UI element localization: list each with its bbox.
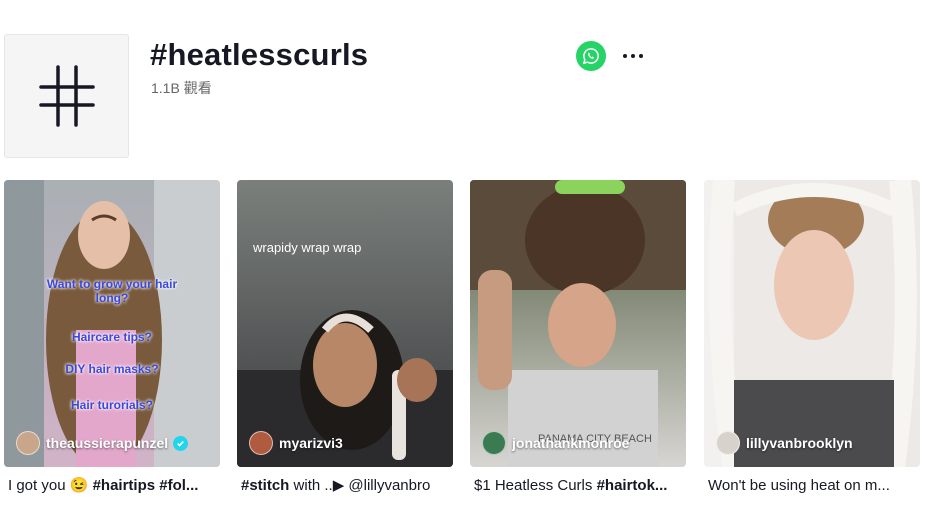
caption-hashtag[interactable]: #hairtips #fol... [88,477,199,494]
caption-text: with ..▶ @lillyvanbro [289,477,431,494]
video-caption[interactable]: #stitch with ..▶ @lillyvanbro [237,477,453,499]
overlay-text: Hair turorials? [70,398,154,412]
page-title: #heatlesscurls [150,37,369,72]
more-dot [623,54,627,58]
whatsapp-share-button[interactable] [576,41,606,71]
video-thumbnail[interactable]: wrapidy wrap wrap myarizvi3 [237,180,453,467]
video-card[interactable]: wrapidy wrap wrap myarizvi3 #stitch with… [237,180,453,499]
avatar [716,431,740,455]
overlay-text: Want to grow your hair long? [46,277,178,305]
hashtag-header: #heatlesscurls 1.1B 觀看 [0,0,925,170]
author-name: myarizvi3 [279,435,343,451]
video-grid: Want to grow your hair long? Haircare ti… [4,180,924,520]
video-caption[interactable]: $1 Heatless Curls #hairtok... [470,477,686,499]
caption-hashtag[interactable]: #hairtok... [597,477,668,494]
caption-emoji: 😉 [69,477,89,494]
overlay-text: wrapidy wrap wrap [253,240,362,255]
overlay-text: DIY hair masks? [65,362,159,376]
video-card[interactable]: Want to grow your hair long? Haircare ti… [4,180,220,499]
video-author[interactable]: theaussierapunzel [16,431,189,455]
more-dot [631,54,635,58]
video-caption[interactable]: I got you 😉 #hairtips #fol... [4,477,220,499]
video-card[interactable]: lillyvanbrooklyn Won't be using heat on … [704,180,920,499]
more-dot [639,54,643,58]
video-card[interactable]: PANAMA CITY BEACH jonathankmonroe $1 Hea… [470,180,686,499]
author-name: jonathankmonroe [512,435,630,451]
author-name: lillyvanbrooklyn [746,435,853,451]
video-author[interactable]: myarizvi3 [249,431,343,455]
caption-text: I got you [8,477,70,494]
avatar [249,431,273,455]
caption-text: $1 Heatless Curls [474,477,597,494]
video-thumbnail[interactable]: PANAMA CITY BEACH jonathankmonroe [470,180,686,467]
video-thumbnail[interactable]: lillyvanbrooklyn [704,180,920,467]
video-thumbnail[interactable]: Want to grow your hair long? Haircare ti… [4,180,220,467]
more-options-button[interactable] [618,42,648,70]
video-author[interactable]: lillyvanbrooklyn [716,431,853,455]
verified-badge-icon [173,435,189,451]
caption-hashtag[interactable]: #stitch [241,477,289,494]
caption-text: Won't be using heat on m... [708,477,890,494]
view-count: 1.1B 觀看 [151,80,212,96]
overlay-text: Haircare tips? [71,330,153,344]
whatsapp-icon [582,48,599,65]
author-name: theaussierapunzel [46,435,169,451]
avatar [482,431,506,455]
hash-icon [4,34,129,158]
avatar [16,431,40,455]
video-caption[interactable]: Won't be using heat on m... [704,477,920,499]
video-author[interactable]: jonathankmonroe [482,431,629,455]
